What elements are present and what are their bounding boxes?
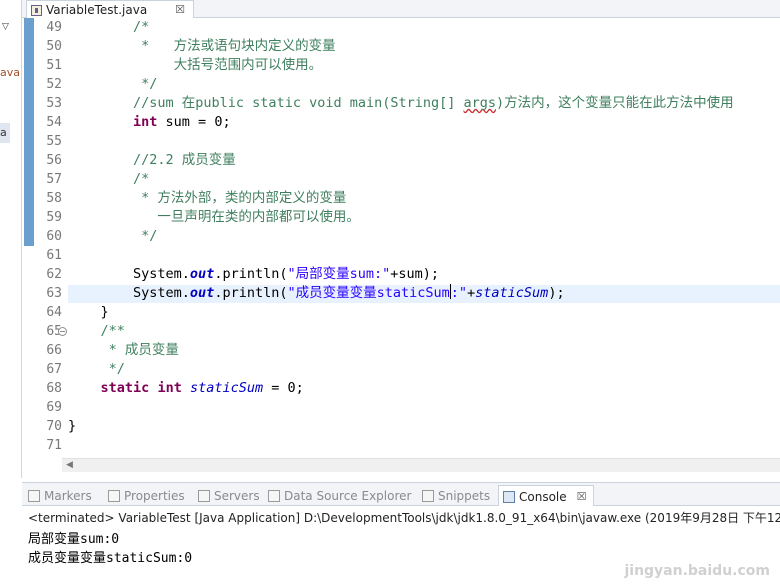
tab-console[interactable]: Console ☒ xyxy=(498,485,594,507)
servers-icon xyxy=(198,490,210,502)
code-line: //sum 在public static void main(String[] … xyxy=(68,95,734,111)
code-line: } xyxy=(68,304,109,320)
tab-data-source-explorer[interactable]: Data Source Explorer xyxy=(268,487,411,505)
code-line: */ xyxy=(68,76,158,92)
markers-icon xyxy=(28,490,40,502)
line-number: 51 xyxy=(46,58,62,73)
code-line: static int staticSum = 0; xyxy=(100,380,304,396)
tab-servers[interactable]: Servers xyxy=(198,487,260,505)
code-line-current: System.out.println("成员变量变量staticSum:"+st… xyxy=(68,284,565,301)
line-number: 50 xyxy=(46,39,62,54)
snippets-icon xyxy=(422,490,434,502)
line-number: 57 xyxy=(46,172,62,187)
close-tab-icon[interactable]: ☒ xyxy=(175,3,185,16)
tab-label: Console xyxy=(519,489,567,504)
code-line: /* xyxy=(68,171,150,187)
editor-tab-variabletest[interactable]: VariableTest.java ☒ xyxy=(26,0,194,19)
line-number: 67 xyxy=(46,362,62,377)
horizontal-scrollbar[interactable]: ◀ xyxy=(62,458,780,472)
package-explorer-fragment: ▽ ava a xyxy=(0,0,22,478)
line-number: 56 xyxy=(46,153,62,168)
code-line: */ xyxy=(68,228,158,244)
code-line: } xyxy=(68,418,77,434)
tab-title: VariableTest.java xyxy=(46,3,148,17)
console-view[interactable]: <terminated> VariableTest [Java Applicat… xyxy=(22,506,780,585)
console-status: <terminated> VariableTest [Java Applicat… xyxy=(28,511,780,525)
line-number: 64 xyxy=(46,305,62,320)
line-number: 55 xyxy=(46,134,62,149)
line-number: 58 xyxy=(46,191,62,206)
line-number: 70 xyxy=(46,419,62,434)
tab-label: Data Source Explorer xyxy=(284,489,412,503)
tab-snippets[interactable]: Snippets xyxy=(422,487,490,505)
code-line: * 成员变量 xyxy=(68,342,179,358)
line-number: 60 xyxy=(46,229,62,244)
code-line: int sum = 0; xyxy=(133,114,231,130)
explorer-item-fragment[interactable]: a xyxy=(0,126,7,139)
quick-diff-change-bar xyxy=(24,18,34,246)
line-number: 59 xyxy=(46,210,62,225)
line-number: 71 xyxy=(46,438,62,453)
line-number: 69 xyxy=(46,400,62,415)
data-source-icon xyxy=(268,490,280,502)
scroll-left-icon[interactable]: ◀ xyxy=(66,460,73,470)
line-number: 54 xyxy=(46,115,62,130)
editor-tab-bar: VariableTest.java ☒ xyxy=(22,0,780,19)
console-output-line: 局部变量sum:0 xyxy=(28,532,120,547)
fold-toggle-icon[interactable]: − xyxy=(58,327,67,336)
tab-label: Markers xyxy=(44,489,92,503)
code-line: /* xyxy=(68,19,150,35)
code-line: 一旦声明在类的内部都可以使用。 xyxy=(68,209,360,225)
code-line: * 方法外部，类的内部定义的变量 xyxy=(68,190,347,206)
java-file-icon xyxy=(31,4,42,16)
tab-label: Servers xyxy=(214,489,260,503)
watermark: jingyan.baidu.com xyxy=(624,563,770,579)
close-console-icon[interactable]: ☒ xyxy=(577,490,587,503)
code-line: 大括号范围内可以使用。 xyxy=(68,57,323,73)
code-editor[interactable]: 49 50 51 52 53 54 55 56 57 58 59 60 61 6… xyxy=(22,18,780,458)
panel-tab-bar: Markers Properties Servers Data Source E… xyxy=(22,482,780,507)
code-line: //2.2 成员变量 xyxy=(68,152,236,168)
code-line: System.out.println("局部变量sum:"+sum); xyxy=(68,266,440,282)
tab-markers[interactable]: Markers xyxy=(28,487,92,505)
line-number: 68 xyxy=(46,381,62,396)
line-number: 61 xyxy=(46,248,62,263)
console-output-line: 成员变量变量staticSum:0 xyxy=(28,551,193,566)
line-number: 63 xyxy=(46,286,62,301)
tree-expand-arrow[interactable]: ▽ xyxy=(2,22,9,32)
tab-properties[interactable]: Properties xyxy=(108,487,185,505)
code-line: */ xyxy=(68,361,125,377)
code-line: /** xyxy=(68,323,125,339)
tab-label: Snippets xyxy=(438,489,491,503)
line-number: 62 xyxy=(46,267,62,282)
tab-label: Properties xyxy=(124,489,185,503)
line-number: 52 xyxy=(46,77,62,92)
explorer-item-java-fragment[interactable]: ava xyxy=(0,66,20,79)
line-number: 53 xyxy=(46,96,62,111)
code-line: * 方法或语句块内定义的变量 xyxy=(68,38,336,54)
line-number: 49 xyxy=(46,20,62,35)
line-number: 66 xyxy=(46,343,62,358)
properties-icon xyxy=(108,490,120,502)
console-icon xyxy=(503,490,515,503)
